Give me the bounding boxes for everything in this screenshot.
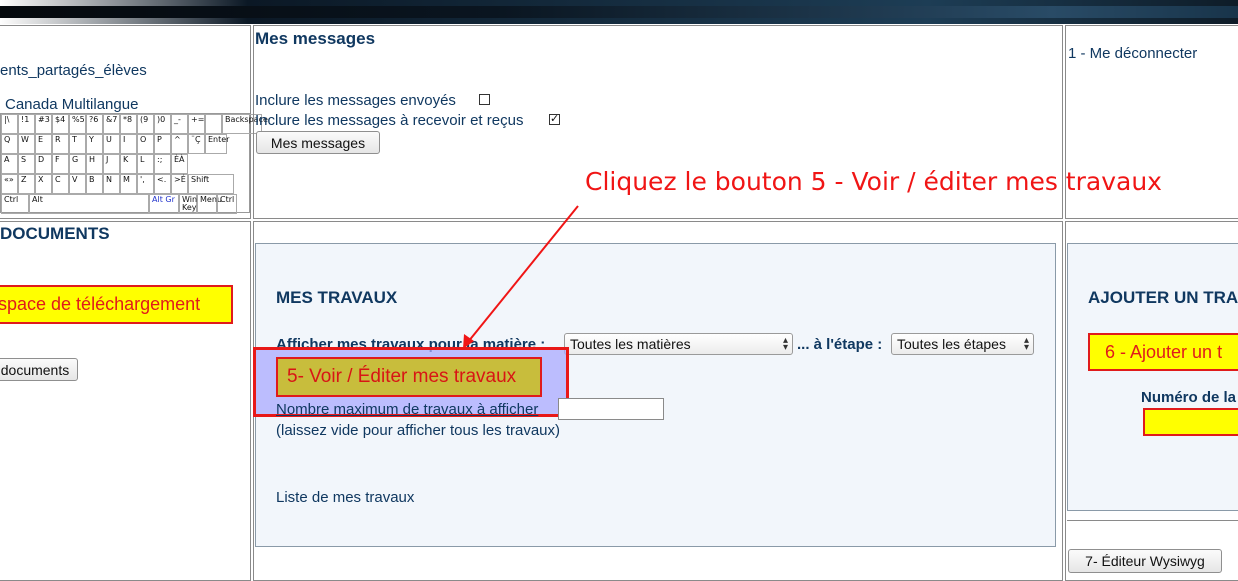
subject-select-value: Toutes les matières [570,336,691,352]
subject-select[interactable]: Toutes les matières ▴▾ [564,333,793,355]
include-received-label: Inclure les messages à recevoir et reçus [255,112,523,129]
keyboard-key[interactable]: N [103,174,120,194]
keyboard-key[interactable]: U [103,134,120,154]
stage-label: ... à l'étape : [797,336,882,353]
keyboard-key[interactable]: O [137,134,154,154]
keyboard-key[interactable]: W [18,134,35,154]
select-arrows-icon: ▴▾ [1024,337,1029,351]
keyboard-key[interactable]: T [69,134,86,154]
keyboard-key[interactable]: Alt Gr [149,194,179,214]
max-works-hint: (laissez vide pour afficher tous les tra… [276,422,560,439]
keyboard-key[interactable]: Ctrl [1,194,29,214]
stage-select-value: Toutes les étapes [897,336,1006,352]
keyboard-key[interactable]: «» [1,174,18,194]
upload-space-label: space de téléchargement [0,294,200,315]
keyboard-key[interactable]: &7 [103,114,120,134]
keyboard-key[interactable]: Ctrl [217,194,237,214]
keyboard-key[interactable]: _- [171,114,188,134]
keyboard-layout-link[interactable]: Canada Multilangue [5,96,138,113]
add-work-title: AJOUTER UN TRA [1088,288,1238,308]
keyboard-key[interactable]: !1 [18,114,35,134]
keyboard-key[interactable]: M [120,174,137,194]
messages-title: Mes messages [255,29,375,49]
logout-link[interactable]: 1 - Me déconnecter [1068,45,1197,62]
keyboard-key[interactable]: Q [1,134,18,154]
keyboard-key[interactable]: Alt [29,194,149,214]
keyboard-key[interactable]: R [52,134,69,154]
max-works-input[interactable] [558,398,664,420]
keyboard-key[interactable]: ^ [171,134,188,154]
keyboard-key[interactable] [205,114,222,134]
divider [1067,520,1238,521]
keyboard-key[interactable]: G [69,154,86,174]
keyboard-key[interactable]: B [86,174,103,194]
keyboard-key[interactable]: Y [86,134,103,154]
keyboard-key[interactable]: C [52,174,69,194]
virtual-keyboard[interactable]: |\!1#3$4%5?6&7*8(9)0_-+=BackspaceQWERTYU… [0,113,250,213]
folder-link[interactable]: ents_partagés_élèves [0,62,147,79]
include-received-checkbox[interactable]: ✓ [549,114,560,125]
keyboard-key[interactable]: <. [154,174,171,194]
add-work-panel [1067,243,1238,511]
documents-title: DOCUMENTS [0,224,110,244]
keyboard-key[interactable]: :; [154,154,171,174]
keyboard-key[interactable]: D [35,154,52,174]
add-work-button[interactable]: 6 - Ajouter un t [1088,333,1238,371]
keyboard-key[interactable]: S [18,154,35,174]
works-list-label: Liste de mes travaux [276,489,414,506]
select-arrows-icon: ▴▾ [783,337,788,351]
instruction-callout: Cliquez le bouton 5 - Voir / éditer mes … [585,167,1162,196]
messages-button[interactable]: Mes messages [256,131,380,154]
keyboard-key[interactable]: H [86,154,103,174]
keyboard-key[interactable]: K [120,154,137,174]
keyboard-key[interactable]: >É [171,174,188,194]
keyboard-key[interactable]: %5 [69,114,86,134]
include-sent-label: Inclure les messages envoyés [255,92,456,109]
view-edit-works-label: 5- Voir / Éditer mes travaux [287,366,516,388]
keyboard-key[interactable]: |\ [1,114,18,134]
include-sent-checkbox[interactable] [479,94,490,105]
stage-select[interactable]: Toutes les étapes ▴▾ [891,333,1034,355]
view-edit-works-button[interactable]: 5- Voir / Éditer mes travaux [276,357,542,397]
max-works-label: Nombre maximum de travaux à afficher [276,401,538,418]
works-title: MES TRAVAUX [276,288,397,308]
keyboard-key[interactable]: (9 [137,114,154,134]
keyboard-key[interactable]: I [120,134,137,154]
keyboard-key[interactable]: += [188,114,205,134]
keyboard-key[interactable]: *8 [120,114,137,134]
keyboard-key[interactable]: P [154,134,171,154]
keyboard-key[interactable]: Enter [205,134,227,154]
keyboard-key[interactable]: ¨Ç [188,134,205,154]
keyboard-key[interactable]: $4 [52,114,69,134]
keyboard-key[interactable]: Shift [188,174,234,194]
keyboard-key[interactable]: ÈÀ [171,154,188,174]
left-bottom-cell [0,221,251,581]
keyboard-key[interactable]: )0 [154,114,171,134]
keyboard-key[interactable]: Win Key [179,194,197,214]
documents-button[interactable]: documents [0,358,78,381]
keyboard-key[interactable]: X [35,174,52,194]
work-number-label: Numéro de la [1141,389,1236,406]
keyboard-key[interactable]: A [1,154,18,174]
keyboard-key[interactable]: Menu [197,194,217,214]
keyboard-key[interactable]: ', [137,174,154,194]
keyboard-key[interactable]: J [103,154,120,174]
upload-space-button[interactable]: space de téléchargement [0,285,233,324]
keyboard-key[interactable]: F [52,154,69,174]
add-work-label: 6 - Ajouter un t [1105,342,1222,363]
keyboard-key[interactable]: #3 [35,114,52,134]
keyboard-key[interactable]: V [69,174,86,194]
wysiwyg-editor-button[interactable]: 7- Éditeur Wysiwyg [1068,549,1222,573]
keyboard-key[interactable]: ?6 [86,114,103,134]
keyboard-key[interactable]: E [35,134,52,154]
top-banner [0,0,1238,24]
work-number-field[interactable] [1143,408,1238,436]
keyboard-key[interactable]: Z [18,174,35,194]
keyboard-key[interactable]: L [137,154,154,174]
